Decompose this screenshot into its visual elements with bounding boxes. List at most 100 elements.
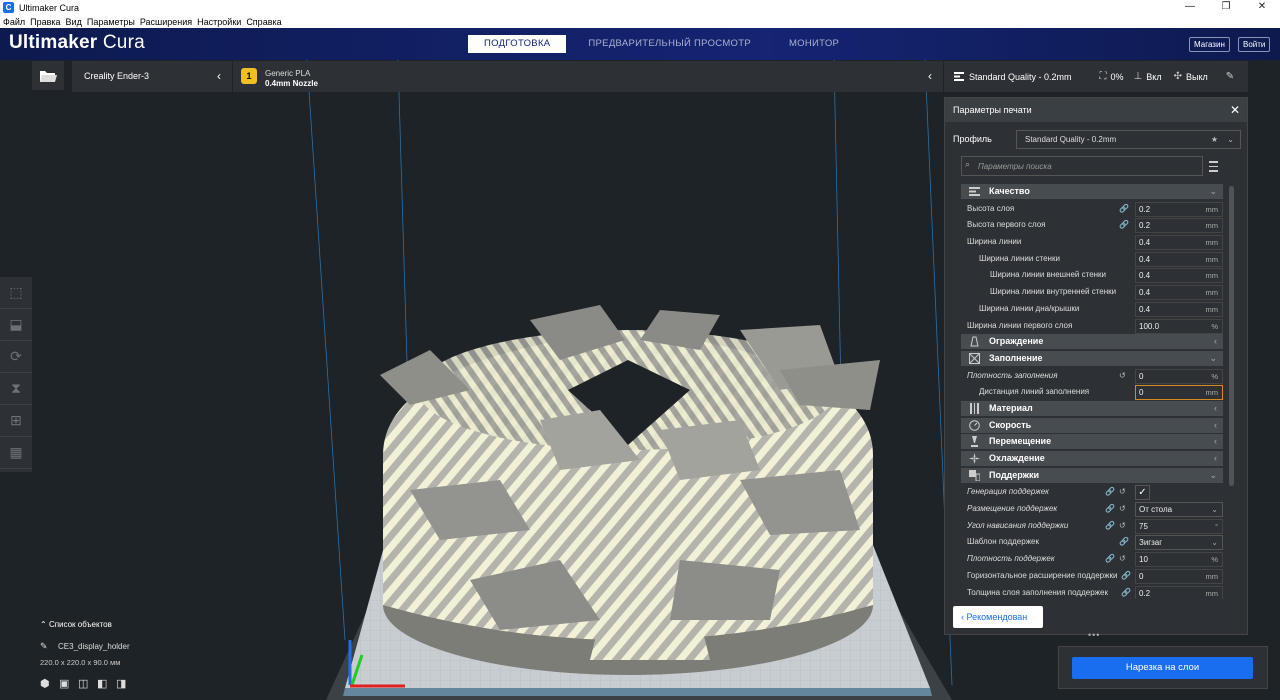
setting-input[interactable]: 0.2 mm (1135, 218, 1223, 234)
settings-menu-icon[interactable] (1209, 158, 1221, 172)
search-box: ⌕ (961, 156, 1203, 176)
reset-icon[interactable]: ↺ (1119, 551, 1126, 567)
support-blocker-icon[interactable]: ▦ (0, 437, 32, 469)
move-tool-icon[interactable]: ⬚ (0, 277, 32, 309)
chevron-down-icon: ⌄ (1227, 135, 1234, 144)
rotate-tool-icon[interactable]: ⟳ (0, 341, 32, 373)
setting-input[interactable]: 100.0% (1135, 318, 1223, 334)
reset-icon[interactable]: ↺ (1119, 501, 1126, 517)
cura-app-icon: C (3, 2, 14, 13)
right-view-icon[interactable]: ◨ (116, 678, 128, 690)
reset-icon[interactable]: ↺ (1119, 484, 1126, 500)
pencil-icon[interactable]: ✎ (40, 641, 48, 652)
category-speed[interactable]: Скорость ‹ (961, 417, 1223, 433)
link-icon: 🔗 (1105, 554, 1115, 564)
star-icon[interactable]: ★ (1211, 131, 1218, 148)
menu-file[interactable]: Файл (3, 17, 25, 27)
chevron-up-icon: ⌃ (40, 620, 49, 629)
chevron-left-icon: ‹ (1214, 402, 1217, 413)
setting-input-focused[interactable]: 0 mm (1135, 385, 1223, 401)
scale-tool-icon[interactable]: ⬓ (0, 309, 32, 341)
setting-label: Генерация поддержек (967, 487, 1049, 497)
setting-label: Шаблон поддержек (967, 537, 1039, 547)
infill-icon (969, 352, 980, 364)
close-icon[interactable]: ✕ (1230, 98, 1240, 122)
tab-monitor[interactable]: МОНИТОР (773, 35, 855, 53)
menu-preferences[interactable]: Настройки (197, 17, 241, 27)
front-view-icon[interactable]: ▣ (59, 678, 71, 690)
tab-prepare[interactable]: ПОДГОТОВКА (468, 35, 567, 53)
support-checkbox[interactable]: ✓ (1135, 485, 1150, 501)
chevron-left-icon: ‹ (1214, 453, 1217, 463)
setting-dropdown[interactable]: От стола ⌄ (1135, 502, 1223, 518)
resize-grip-icon[interactable]: ••• (1088, 630, 1100, 640)
setting-row: Ширина линии стенки 0.4 mm (961, 251, 1223, 268)
setting-input[interactable]: 0.2 mm (1135, 201, 1223, 217)
category-cooling[interactable]: Охлаждение ‹ (961, 451, 1223, 466)
category-material[interactable]: Материал ‹ (961, 400, 1223, 416)
slice-button[interactable]: Нарезка на слои (1072, 657, 1253, 679)
setting-input[interactable]: 0.4 mm (1135, 301, 1223, 317)
signin-button[interactable]: Войти (1238, 37, 1271, 52)
category-infill[interactable]: Заполнение ⌄ (961, 350, 1223, 366)
setting-input[interactable]: 0 mm (1135, 568, 1223, 584)
open-file-button[interactable] (32, 61, 64, 92)
menu-edit[interactable]: Правка (30, 17, 60, 27)
category-label: Заполнение (989, 352, 1043, 363)
setting-row: Генерация поддержек 🔗 ↺ ✓ (961, 484, 1223, 501)
infill-icon: ⛶ (1099, 71, 1107, 82)
material-selector[interactable]: 1 Generic PLA 0.4mm Nozzle ‹ (233, 61, 943, 92)
minimize-button[interactable]: — (1172, 0, 1208, 15)
reset-icon[interactable]: ↺ (1119, 368, 1126, 384)
reset-icon[interactable]: ↺ (1119, 518, 1126, 534)
infill-value: 0% (1110, 71, 1124, 82)
top-view-icon[interactable]: ◫ (78, 678, 90, 690)
menu-settings[interactable]: Параметры (87, 17, 135, 27)
pencil-icon[interactable]: ✎ (1226, 71, 1234, 82)
setting-input[interactable]: 0.4 mm (1135, 235, 1223, 251)
support-value: Вкл (1146, 71, 1162, 82)
setting-input[interactable]: 10% (1135, 552, 1223, 568)
link-icon: 🔗 (1119, 220, 1129, 230)
menu-view[interactable]: Вид (66, 17, 82, 27)
category-travel[interactable]: Перемещение ‹ (961, 434, 1223, 450)
setting-input[interactable]: 0.4 mm (1135, 285, 1223, 301)
setting-input[interactable]: 75 ° (1135, 518, 1223, 534)
3d-view-icon[interactable]: ⬢ (40, 678, 52, 690)
recommended-button[interactable]: ‹ Рекомендован (953, 606, 1043, 628)
setting-label: Высота первого слоя (967, 220, 1046, 230)
settings-search-input[interactable] (978, 159, 1188, 173)
printer-selector[interactable]: Creality Ender-3 ‹ (72, 61, 232, 92)
menu-help[interactable]: Справка (246, 17, 281, 27)
mirror-tool-icon[interactable]: ⧗ (0, 373, 32, 405)
setting-input[interactable]: 0.4 mm (1135, 268, 1223, 284)
setting-input[interactable]: 0.4 mm (1135, 251, 1223, 267)
slice-panel: Нарезка на слои (1058, 646, 1268, 689)
category-quality[interactable]: Качество ⌄ (961, 184, 1223, 199)
object-list-header[interactable]: ⌃ Список объектов (40, 620, 240, 629)
setting-input[interactable]: 0% (1135, 368, 1223, 384)
tab-preview[interactable]: ПРЕДВАРИТЕЛЬНЫЙ ПРОСМОТР (572, 35, 767, 53)
restore-button[interactable]: ❐ (1208, 0, 1244, 15)
chevron-left-icon: ‹ (928, 69, 932, 83)
setting-input[interactable]: 0.2 mm (1135, 585, 1223, 599)
link-icon: 🔗 (1105, 487, 1115, 497)
per-model-settings-icon[interactable]: ⊞ (0, 405, 32, 437)
setting-label: Ширина линии внешней стенки (990, 270, 1107, 280)
setting-dropdown[interactable]: Зигзаг ⌄ (1135, 535, 1223, 551)
adhesion-icon: ✣ (1173, 71, 1182, 82)
profile-dropdown[interactable]: Standard Quality - 0.2mm ★ ⌄ (1016, 130, 1241, 149)
settings-scrollbar[interactable] (1229, 186, 1234, 486)
left-view-icon[interactable]: ◧ (97, 678, 109, 690)
menu-extensions[interactable]: Расширения (140, 17, 192, 27)
marketplace-button[interactable]: Магазин (1189, 37, 1230, 52)
chevron-left-icon: ‹ (1214, 419, 1217, 430)
category-walls[interactable]: Ограждение ‹ (961, 334, 1223, 350)
category-support[interactable]: Поддержки ⌄ (961, 467, 1223, 483)
material-name: Generic PLA (265, 69, 311, 78)
view-orientation-icons: ⬢ ▣ ◫ ◧ ◨ (40, 678, 135, 690)
close-window-button[interactable]: ✕ (1244, 0, 1280, 15)
print-setup-selector[interactable]: Standard Quality - 0.2mm ⛶ 0% ⊥ Вкл ✣ Вы… (944, 61, 1248, 92)
link-icon: 🔗 (1105, 504, 1115, 514)
object-list: ⌃ Список объектов ✎ CE3_display_holder 2… (40, 620, 240, 667)
